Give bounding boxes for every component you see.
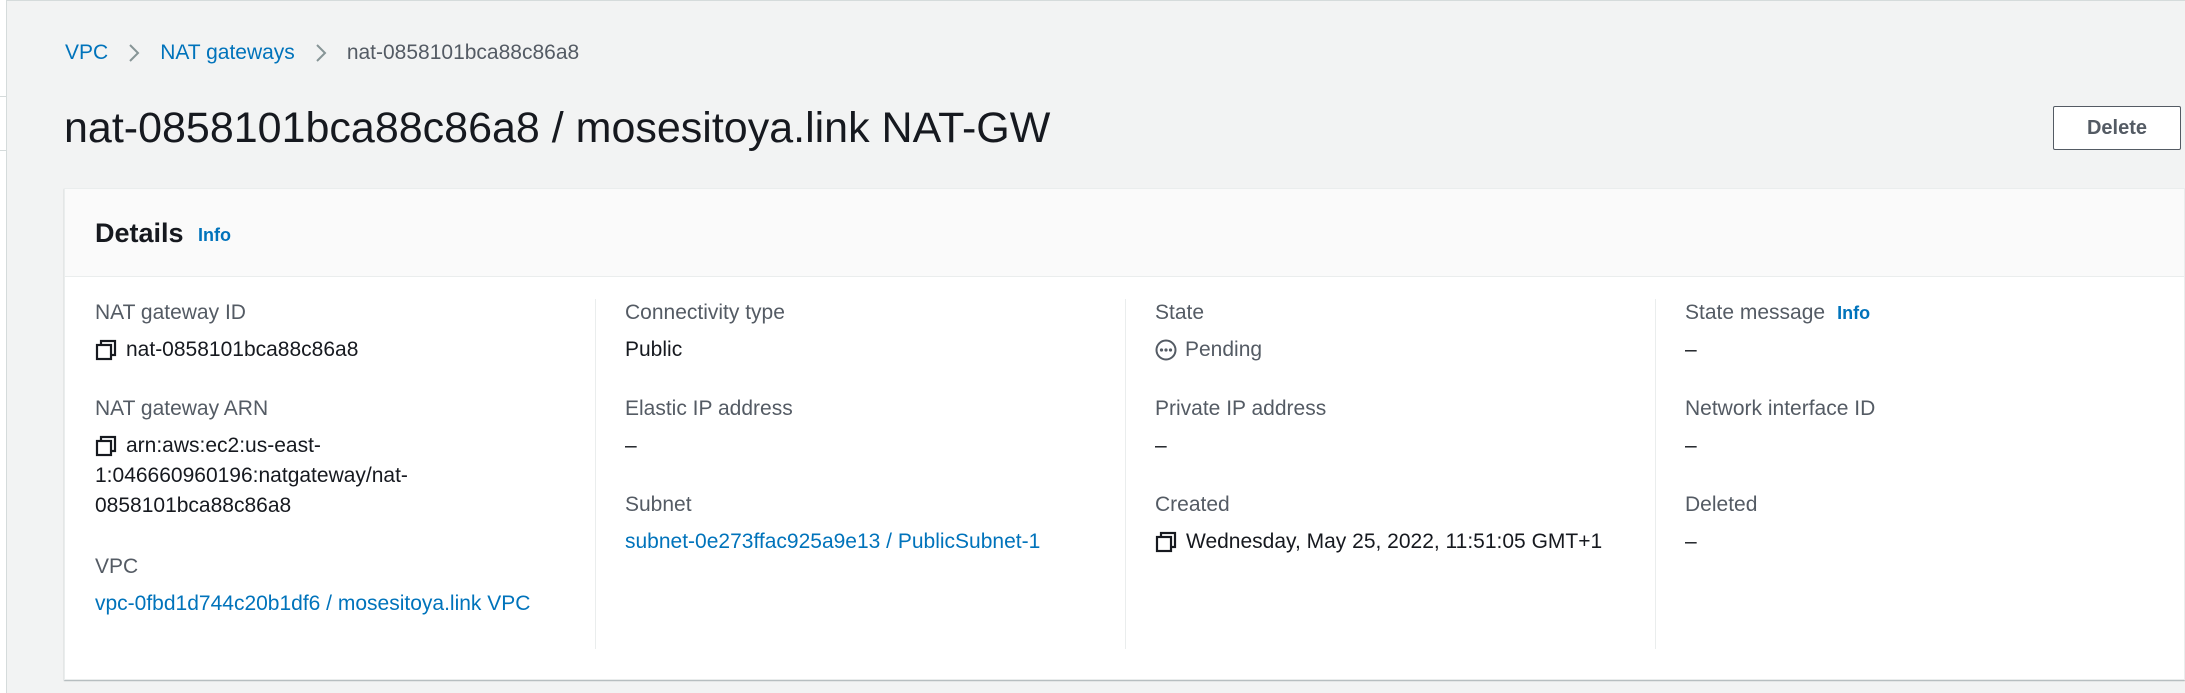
state-message-label-text: State message	[1685, 301, 1826, 324]
column-divider	[1125, 299, 1126, 649]
details-column-2: Connectivity type Public Elastic IP addr…	[625, 299, 1125, 649]
page-title: nat-0858101bca88c86a8 / mosesitoya.link …	[64, 104, 1051, 152]
side-navigation-edge	[0, 0, 7, 693]
breadcrumb-nat-gateways-link[interactable]: NAT gateways	[160, 41, 295, 65]
deleted-field: Deleted –	[1685, 491, 2165, 557]
arn-line-3: 0858101bca88c86a8	[95, 494, 292, 517]
deleted-label: Deleted	[1685, 493, 1758, 516]
breadcrumb-current: nat-0858101bca88c86a8	[346, 41, 580, 64]
vpc-link[interactable]: vpc-0fbd1d744c20b1df6 / mosesitoya.link …	[95, 589, 530, 619]
details-panel: Details Info NAT gateway ID nat-0858101b…	[64, 188, 2185, 680]
network-interface-field: Network interface ID –	[1685, 395, 2165, 461]
subnet-field: Subnet subnet-0e273ffac925a9e13 / Public…	[625, 491, 1125, 557]
chevron-right-icon	[315, 43, 327, 63]
copy-icon[interactable]	[95, 435, 117, 457]
elastic-ip-field: Elastic IP address –	[625, 395, 1125, 461]
top-border	[0, 0, 2185, 1]
state-label: State	[1155, 301, 1205, 324]
details-title: Details	[95, 218, 184, 248]
subnet-link[interactable]: subnet-0e273ffac925a9e13 / PublicSubnet-…	[625, 527, 1040, 557]
state-text: Pending	[1185, 338, 1263, 361]
private-ip-text: –	[1155, 434, 1167, 457]
elastic-ip-text: –	[625, 434, 637, 457]
nat-gateway-arn-label: NAT gateway ARN	[95, 397, 269, 420]
vpc-label: VPC	[95, 555, 139, 578]
state-value: Pending	[1155, 335, 1655, 365]
deleted-text: –	[1685, 530, 1697, 553]
vpc-field: VPC vpc-0fbd1d744c20b1df6 / mosesitoya.l…	[95, 553, 595, 619]
created-text: Wednesday, May 25, 2022, 11:51:05 GMT+1	[1186, 530, 1603, 553]
pending-icon	[1155, 339, 1177, 361]
arn-line-1: arn:aws:ec2:us-east-	[126, 434, 321, 457]
arn-line-2: 1:046660960196:natgateway/nat-	[95, 464, 408, 487]
state-message-info-link[interactable]: Info	[1837, 303, 1870, 323]
nav-divider	[0, 150, 6, 151]
connectivity-type-field: Connectivity type Public	[625, 299, 1125, 365]
private-ip-value: –	[1155, 431, 1655, 461]
details-column-3: State Pending Private IP address – Creat…	[1155, 299, 1655, 649]
nat-gateway-id-text: nat-0858101bca88c86a8	[126, 338, 359, 361]
created-label: Created	[1155, 493, 1230, 516]
network-interface-text: –	[1685, 434, 1697, 457]
state-message-value: –	[1685, 335, 2165, 365]
created-field: Created Wednesday, May 25, 2022, 11:51:0…	[1155, 491, 1655, 557]
nat-gateway-arn-field: NAT gateway ARN arn:aws:ec2:us-east- 1:0…	[95, 395, 595, 521]
state-message-text: –	[1685, 338, 1697, 361]
state-message-label: State message Info	[1685, 299, 2165, 327]
created-value: Wednesday, May 25, 2022, 11:51:05 GMT+1	[1155, 527, 1655, 557]
elastic-ip-label: Elastic IP address	[625, 397, 793, 420]
column-divider	[595, 299, 596, 649]
nav-divider	[0, 96, 6, 97]
subnet-value: subnet-0e273ffac925a9e13 / PublicSubnet-…	[625, 527, 1125, 557]
network-interface-label: Network interface ID	[1685, 397, 1876, 420]
connectivity-type-text: Public	[625, 338, 683, 361]
state-field: State Pending	[1155, 299, 1655, 365]
chevron-right-icon	[128, 43, 140, 63]
elastic-ip-value: –	[625, 431, 1125, 461]
breadcrumb-vpc-link[interactable]: VPC	[65, 41, 108, 65]
network-interface-value: –	[1685, 431, 2165, 461]
state-message-field: State message Info –	[1685, 299, 2165, 365]
breadcrumb: VPC NAT gateways nat-0858101bca88c86a8	[65, 38, 579, 68]
delete-button[interactable]: Delete	[2053, 106, 2181, 150]
private-ip-label: Private IP address	[1155, 397, 1327, 420]
details-column-4: State message Info – Network interface ID…	[1685, 299, 2165, 649]
nat-gateway-arn-text: arn:aws:ec2:us-east- 1:046660960196:natg…	[95, 431, 408, 521]
column-divider	[1655, 299, 1656, 649]
nat-gateway-id-value: nat-0858101bca88c86a8	[95, 335, 595, 365]
details-panel-header: Details Info	[65, 189, 2184, 277]
details-info-link[interactable]: Info	[198, 225, 231, 246]
subnet-label: Subnet	[625, 493, 692, 516]
connectivity-type-value: Public	[625, 335, 1125, 365]
copy-icon[interactable]	[1155, 531, 1177, 553]
deleted-value: –	[1685, 527, 2165, 557]
private-ip-field: Private IP address –	[1155, 395, 1655, 461]
nat-gateway-id-label: NAT gateway ID	[95, 301, 246, 324]
nat-gateway-id-field: NAT gateway ID nat-0858101bca88c86a8	[95, 299, 595, 365]
details-column-1: NAT gateway ID nat-0858101bca88c86a8 NAT…	[95, 299, 595, 649]
copy-icon[interactable]	[95, 339, 117, 361]
connectivity-type-label: Connectivity type	[625, 301, 785, 324]
vpc-value: vpc-0fbd1d744c20b1df6 / mosesitoya.link …	[95, 589, 595, 619]
nat-gateway-arn-value: arn:aws:ec2:us-east- 1:046660960196:natg…	[95, 431, 595, 521]
